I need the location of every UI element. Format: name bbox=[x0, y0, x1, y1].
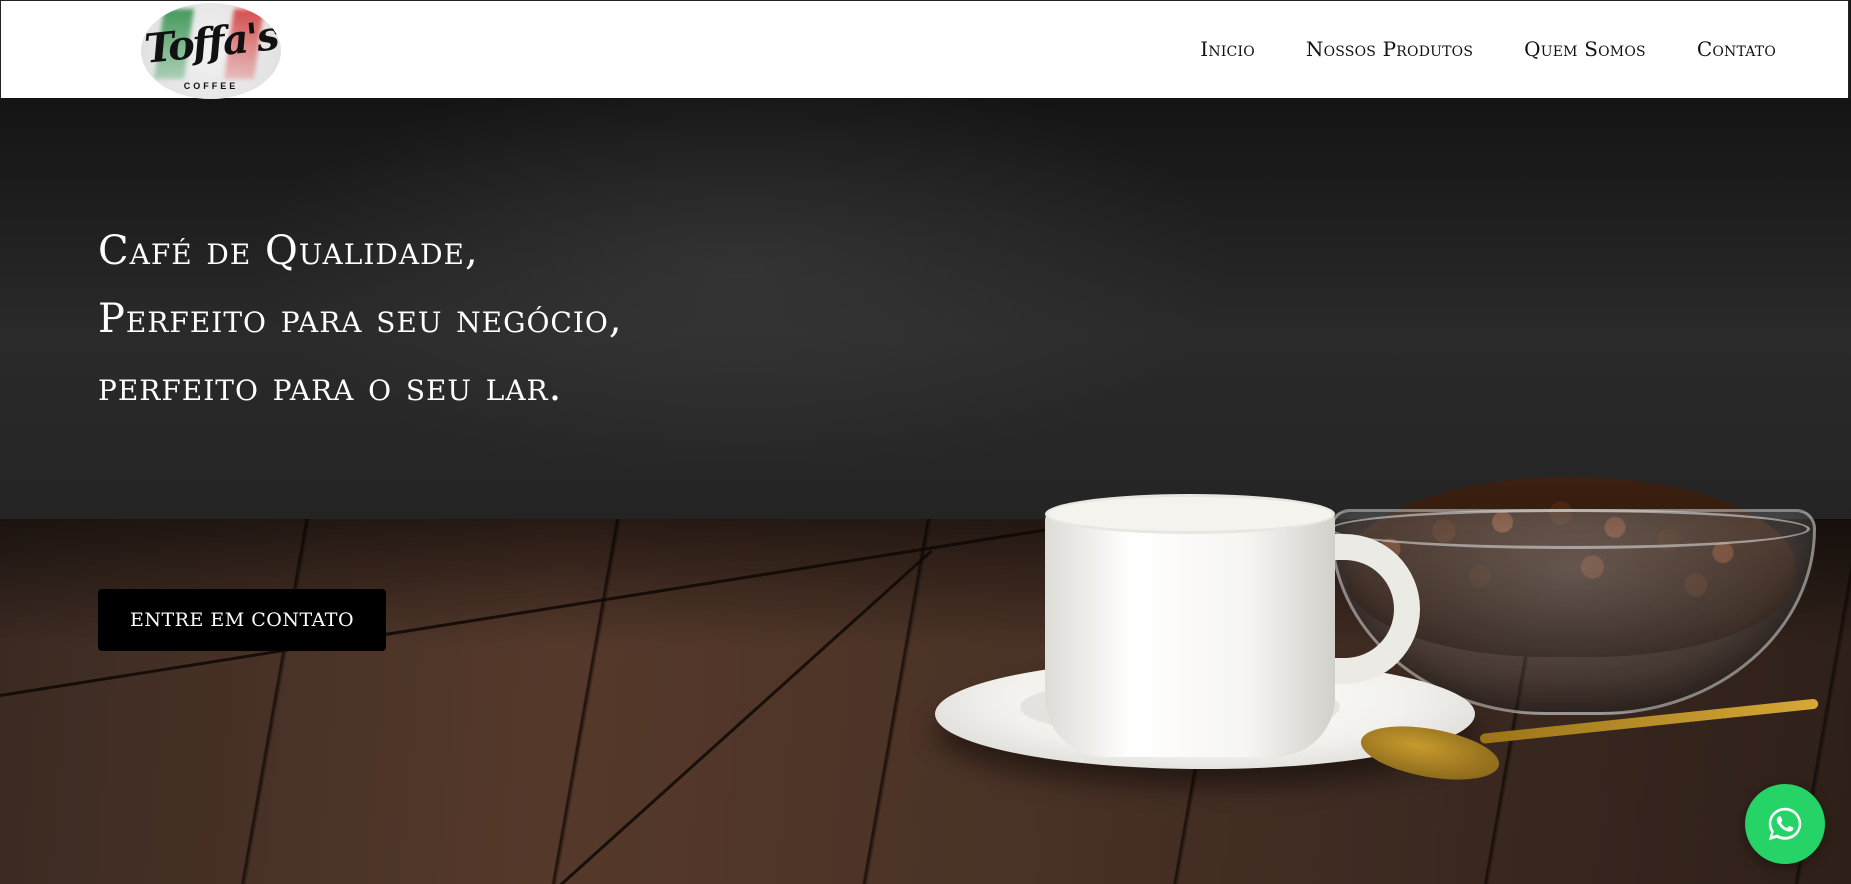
hero-headline: Café de Qualidade, Perfeito para seu neg… bbox=[98, 217, 623, 421]
contact-cta-button[interactable]: ENTRE EM CONTATO bbox=[98, 589, 386, 651]
nav-item-quem-somos[interactable]: Quem Somos bbox=[1524, 37, 1646, 61]
nav-item-inicio[interactable]: Inicio bbox=[1200, 37, 1255, 61]
nav-item-nossos-produtos[interactable]: Nossos Produtos bbox=[1306, 37, 1473, 61]
whatsapp-button[interactable] bbox=[1745, 784, 1825, 864]
main-nav: Inicio Nossos Produtos Quem Somos Contat… bbox=[1200, 37, 1776, 61]
coffee-still-life-image bbox=[900, 439, 1851, 884]
headline-line: perfeito para o seu lar. bbox=[98, 364, 563, 410]
coffee-cup-image bbox=[1045, 507, 1335, 757]
hero-section: Café de Qualidade, Perfeito para seu neg… bbox=[0, 99, 1851, 884]
nav-item-contato[interactable]: Contato bbox=[1697, 37, 1776, 61]
glass-bowl-rim bbox=[1330, 509, 1810, 549]
brand-logo[interactable]: Toffa's COFFEE bbox=[141, 3, 281, 99]
logo-subtitle: COFFEE bbox=[183, 81, 239, 91]
spoon-bowl bbox=[1356, 717, 1504, 789]
headline-line: Café de Qualidade, bbox=[98, 228, 479, 274]
coffee-cup-rim bbox=[1045, 494, 1335, 534]
site-header: Toffa's COFFEE Inicio Nossos Produtos Qu… bbox=[0, 0, 1849, 99]
whatsapp-icon bbox=[1768, 807, 1802, 841]
headline-line: Perfeito para seu negócio, bbox=[98, 296, 623, 342]
